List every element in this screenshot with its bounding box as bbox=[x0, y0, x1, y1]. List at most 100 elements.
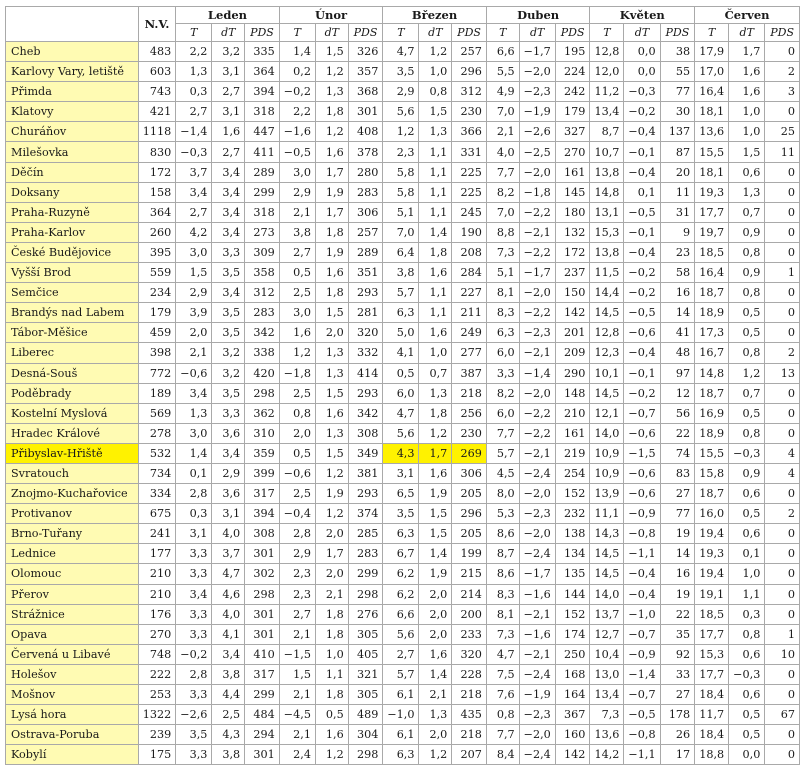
table-row: Přimda 743 0,3 2,7 394 −0,2 1,3 368 2,9 0,8 312 4,9… bbox=[5, 81, 800, 103]
value-cell: 3,9 bbox=[175, 302, 213, 324]
value-cell: 351 bbox=[347, 262, 384, 284]
value-cell: −2,0 bbox=[518, 161, 556, 183]
value-cell: 3,3 bbox=[175, 563, 213, 585]
value-cell: 8,7 bbox=[589, 121, 625, 143]
value-cell: 1,4 bbox=[278, 40, 316, 63]
value-cell: 1,3 bbox=[175, 402, 213, 424]
value-cell: 7,7 bbox=[485, 724, 520, 746]
value-cell: 18,1 bbox=[694, 101, 730, 123]
value-cell: 1,5 bbox=[314, 302, 349, 324]
value-cell: 2,1 bbox=[278, 201, 316, 223]
value-cell: 3,4 bbox=[211, 181, 246, 203]
value-cell: 283 bbox=[347, 543, 384, 565]
value-cell: 41 bbox=[659, 322, 696, 344]
altitude-cell: 234 bbox=[137, 282, 177, 304]
value-cell: 2,0 bbox=[278, 422, 316, 444]
value-cell: 1,2 bbox=[314, 61, 349, 83]
value-cell: 14,5 bbox=[589, 543, 625, 565]
value-cell: −2,1 bbox=[518, 442, 556, 464]
value-cell: 14,5 bbox=[589, 302, 625, 324]
value-cell: 7,5 bbox=[485, 663, 520, 686]
value-cell: 8,8 bbox=[485, 221, 520, 243]
value-cell: 8,6 bbox=[485, 523, 520, 545]
value-cell: 2,8 bbox=[175, 483, 213, 505]
header-sub-dt: dT bbox=[418, 23, 453, 42]
value-cell: 0,5 bbox=[278, 262, 316, 284]
value-cell: 4,7 bbox=[382, 40, 420, 63]
value-cell: 289 bbox=[244, 161, 280, 183]
value-cell: 3,1 bbox=[382, 462, 420, 485]
header-sub-t: T bbox=[382, 23, 420, 42]
table-row: Znojmo-Kuchařovice 334 2,8 3,6 317 2,5 1,9 293 6… bbox=[5, 483, 800, 505]
value-cell: 1,6 bbox=[314, 724, 349, 746]
value-cell: 3,0 bbox=[175, 422, 213, 444]
header-month-duben: Duben bbox=[485, 6, 591, 24]
value-cell: 19 bbox=[659, 583, 696, 605]
value-cell: 1,1 bbox=[418, 161, 453, 183]
value-cell: 1,5 bbox=[278, 663, 316, 686]
value-cell: 1,2 bbox=[382, 121, 420, 143]
value-cell: 17,3 bbox=[694, 322, 730, 344]
table-row: Tábor-Měšice 459 2,0 3,5 342 1,6 2,0 320 5,0 1,6 2… bbox=[5, 322, 800, 344]
altitude-cell: 395 bbox=[137, 241, 177, 264]
value-cell: 1,2 bbox=[728, 362, 766, 384]
value-cell: 58 bbox=[659, 262, 696, 284]
value-cell: −2,6 bbox=[518, 121, 556, 143]
value-cell: 9 bbox=[659, 221, 696, 243]
header-sub-pds: PDS bbox=[244, 23, 280, 42]
value-cell: 1,9 bbox=[314, 241, 349, 264]
value-cell: 2,7 bbox=[278, 603, 316, 625]
value-cell: 97 bbox=[659, 362, 696, 384]
value-cell: 0 bbox=[764, 422, 800, 444]
value-cell: −1,4 bbox=[623, 663, 661, 686]
value-cell: 161 bbox=[554, 161, 591, 183]
value-cell: 2,5 bbox=[211, 704, 246, 726]
value-cell: 2,5 bbox=[278, 382, 316, 404]
value-cell: 2,0 bbox=[418, 583, 453, 605]
station-name: Olomouc bbox=[5, 563, 139, 585]
value-cell: −0,4 bbox=[623, 241, 661, 264]
value-cell: −1,7 bbox=[518, 262, 556, 284]
value-cell: 0,7 bbox=[728, 382, 766, 404]
value-cell: 1,1 bbox=[418, 282, 453, 304]
value-cell: 19,3 bbox=[694, 543, 730, 565]
value-cell: 16 bbox=[659, 282, 696, 304]
value-cell: 3,1 bbox=[211, 61, 246, 83]
value-cell: 2,3 bbox=[278, 563, 316, 585]
altitude-cell: 189 bbox=[137, 382, 177, 404]
table-row: Děčín 172 3,7 3,4 289 3,0 1,7 280 5,8 1,1 225 7,7 −2… bbox=[5, 161, 800, 183]
value-cell: 0,8 bbox=[485, 704, 520, 726]
value-cell: 3,0 bbox=[175, 241, 213, 264]
value-cell: 4,7 bbox=[485, 643, 520, 665]
value-cell: −0,2 bbox=[623, 382, 661, 404]
value-cell: 27 bbox=[659, 483, 696, 505]
value-cell: 1,7 bbox=[418, 442, 453, 464]
value-cell: 4,6 bbox=[211, 583, 246, 605]
value-cell: 3,7 bbox=[211, 543, 246, 565]
value-cell: 250 bbox=[554, 643, 591, 665]
value-cell: 301 bbox=[244, 623, 280, 645]
value-cell: 15,5 bbox=[694, 442, 730, 464]
value-cell: 1,1 bbox=[418, 201, 453, 223]
value-cell: 5,0 bbox=[382, 322, 420, 344]
value-cell: 1,7 bbox=[728, 40, 766, 63]
value-cell: 0 bbox=[764, 543, 800, 565]
value-cell: 5,6 bbox=[382, 422, 420, 444]
table-row: Praha-Karlov 260 4,2 3,4 273 3,8 1,8 257 7,0 1,4 1… bbox=[5, 221, 800, 243]
value-cell: 5,1 bbox=[382, 201, 420, 223]
value-cell: 299 bbox=[244, 181, 280, 203]
value-cell: 1,8 bbox=[314, 623, 349, 645]
value-cell: −2,0 bbox=[518, 724, 556, 746]
station-name: Churáňov bbox=[5, 121, 139, 143]
value-cell: −0,5 bbox=[623, 201, 661, 223]
value-cell: 0,8 bbox=[728, 422, 766, 444]
value-cell: 4,0 bbox=[485, 141, 520, 163]
value-cell: 3,4 bbox=[211, 161, 246, 183]
value-cell: 342 bbox=[244, 322, 280, 344]
value-cell: 19 bbox=[659, 523, 696, 545]
value-cell: 160 bbox=[554, 724, 591, 746]
station-name: Milešovka bbox=[5, 141, 139, 163]
value-cell: 1,0 bbox=[314, 643, 349, 665]
header-nv: N.V. bbox=[137, 6, 177, 42]
value-cell: −0,6 bbox=[623, 462, 661, 485]
